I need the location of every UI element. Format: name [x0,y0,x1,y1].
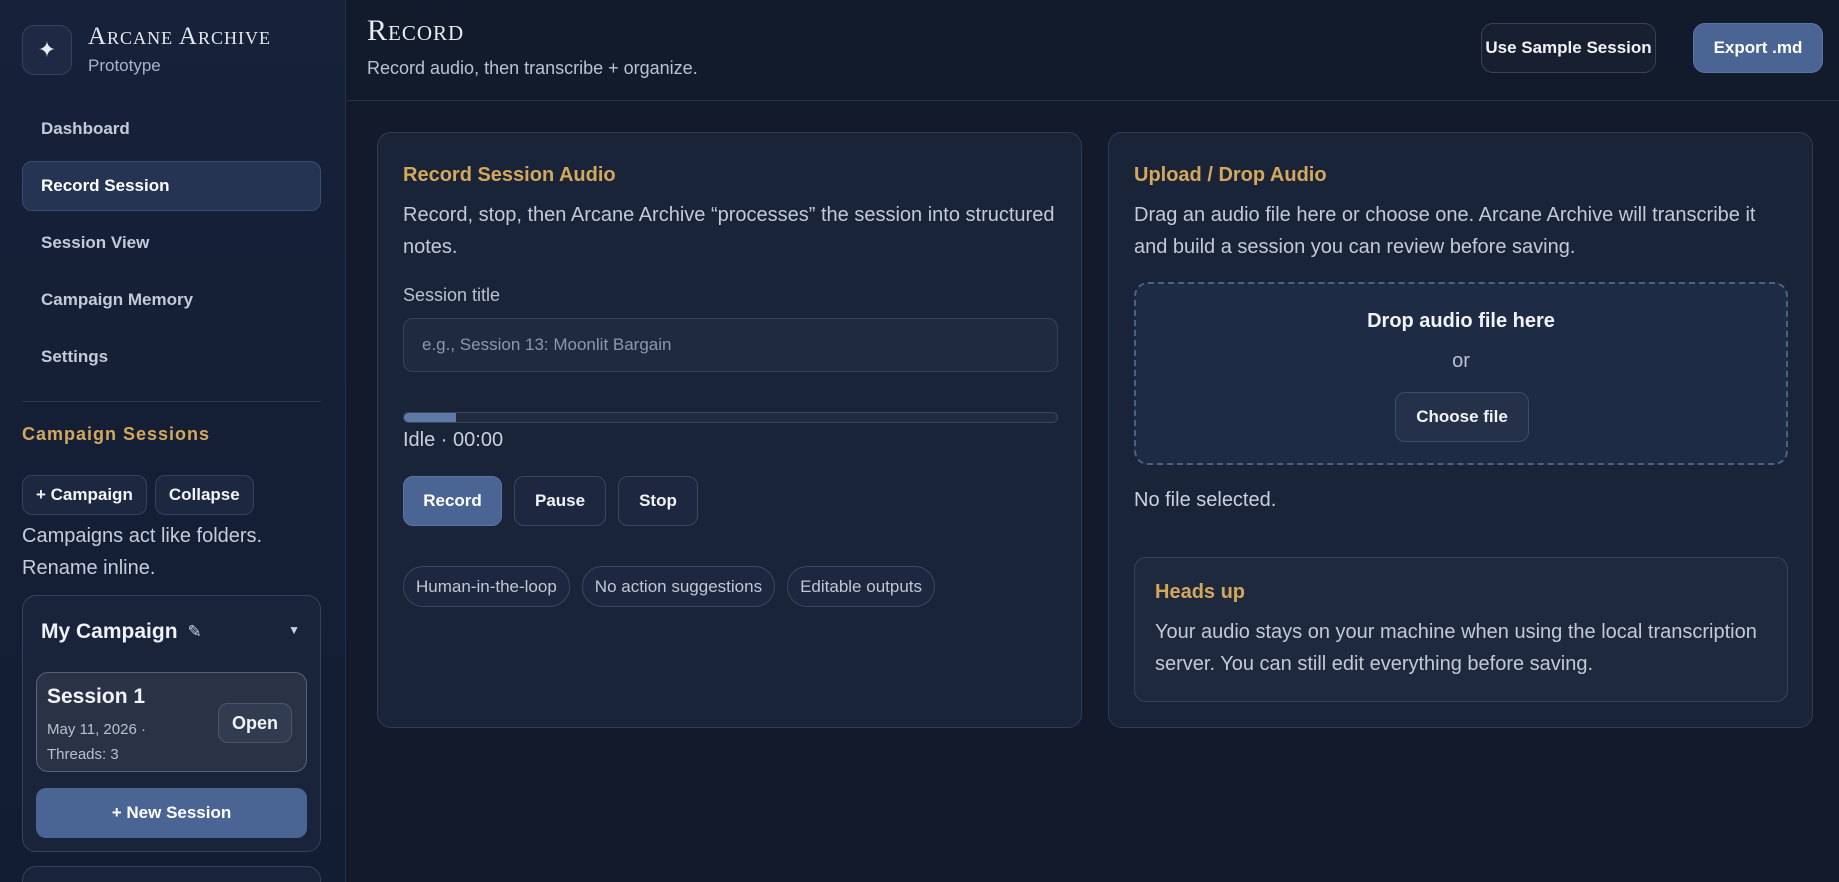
heads-up-notice: Heads up Your audio stays on your machin… [1134,557,1788,702]
sidebar: ✦ Arcane Archive Prototype Dashboard Rec… [0,0,346,882]
recording-progress [403,412,1058,423]
pause-button[interactable]: Pause [514,476,607,526]
brand-name: Arcane Archive [88,23,271,50]
dropzone-title: Drop audio file here [1367,310,1555,332]
record-panel-description: Record, stop, then Arcane Archive “proce… [403,204,1055,258]
recording-progress-fill [404,413,457,422]
new-session-button[interactable]: + New Session [36,788,307,838]
file-status: No file selected. [1134,489,1277,511]
sidebar-divider [22,401,321,402]
collapse-button[interactable]: Collapse [154,475,254,515]
choose-file-button[interactable]: Choose file [1395,392,1529,442]
notice-title: Heads up [1155,581,1246,603]
brand-text: Arcane Archive Prototype [88,24,271,76]
page-title: Record [367,14,465,47]
main-nav: Dashboard Record Session Session View Ca… [22,104,321,389]
upload-panel-description: Drag an audio file here or choose one. A… [1134,204,1756,258]
page-header: Record Record audio, then transcribe + o… [347,0,1839,101]
nav-item-session-view[interactable]: Session View [22,218,321,268]
campaign-header[interactable]: My Campaign ✎ [41,620,202,644]
brand: ✦ Arcane Archive Prototype [22,24,271,76]
campaign-sessions-title: Campaign Sessions [22,424,211,444]
nav-item-dashboard[interactable]: Dashboard [22,104,321,154]
feature-chips: Human-in-the-loop No action suggestions … [403,566,935,607]
add-campaign-button[interactable]: + Campaign [22,475,147,515]
session-title-input[interactable] [403,318,1058,372]
session-meta: May 11, 2026 · Threads: 3 [47,721,146,763]
session-title-label: Session title [403,285,501,305]
pencil-icon[interactable]: ✎ [188,622,202,642]
dropzone-or: or [1452,350,1470,372]
recording-status: Idle · 00:00 [403,429,504,451]
recording-controls: Record Pause Stop [403,476,698,526]
stop-button[interactable]: Stop [618,476,698,526]
sparkle-icon: ✦ [22,25,72,75]
record-panel-title: Record Session Audio [403,164,616,186]
record-panel: Record Session Audio Record, stop, then … [377,132,1082,728]
campaign-actions: + Campaign Collapse [22,475,254,515]
brand-subtitle: Prototype [88,56,161,75]
chip-human-in-the-loop: Human-in-the-loop [403,566,570,607]
open-session-button[interactable]: Open [217,703,292,743]
upload-panel-title: Upload / Drop Audio [1134,164,1327,186]
audio-dropzone[interactable]: Drop audio file here or Choose file [1134,282,1788,465]
chevron-down-icon[interactable]: ▼ [288,623,300,637]
page-subtitle: Record audio, then transcribe + organize… [367,58,698,78]
nav-item-settings[interactable]: Settings [22,332,321,382]
campaign-name[interactable]: My Campaign [41,620,178,644]
main-content: Record Session Audio Record, stop, then … [347,102,1839,882]
nav-item-campaign-memory[interactable]: Campaign Memory [22,275,321,325]
campaign-note: Campaigns act like folders. Rename inlin… [22,525,263,579]
upload-panel: Upload / Drop Audio Drag an audio file h… [1108,132,1813,728]
chip-editable-outputs: Editable outputs [787,566,935,607]
nav-item-record-session[interactable]: Record Session [22,161,321,211]
use-sample-session-button[interactable]: Use Sample Session [1481,23,1656,73]
record-button[interactable]: Record [403,476,502,526]
notice-body: Your audio stays on your machine when us… [1155,621,1757,675]
chip-no-action-suggestions: No action suggestions [581,566,776,607]
campaign-card-next [22,866,321,882]
session-card[interactable]: Session 1 May 11, 2026 · Threads: 3 Open [36,672,307,772]
export-md-button[interactable]: Export .md [1693,23,1823,73]
session-title: Session 1 [47,685,146,708]
campaign-card: My Campaign ✎ ▼ Session 1 May 11, 2026 ·… [22,595,321,852]
